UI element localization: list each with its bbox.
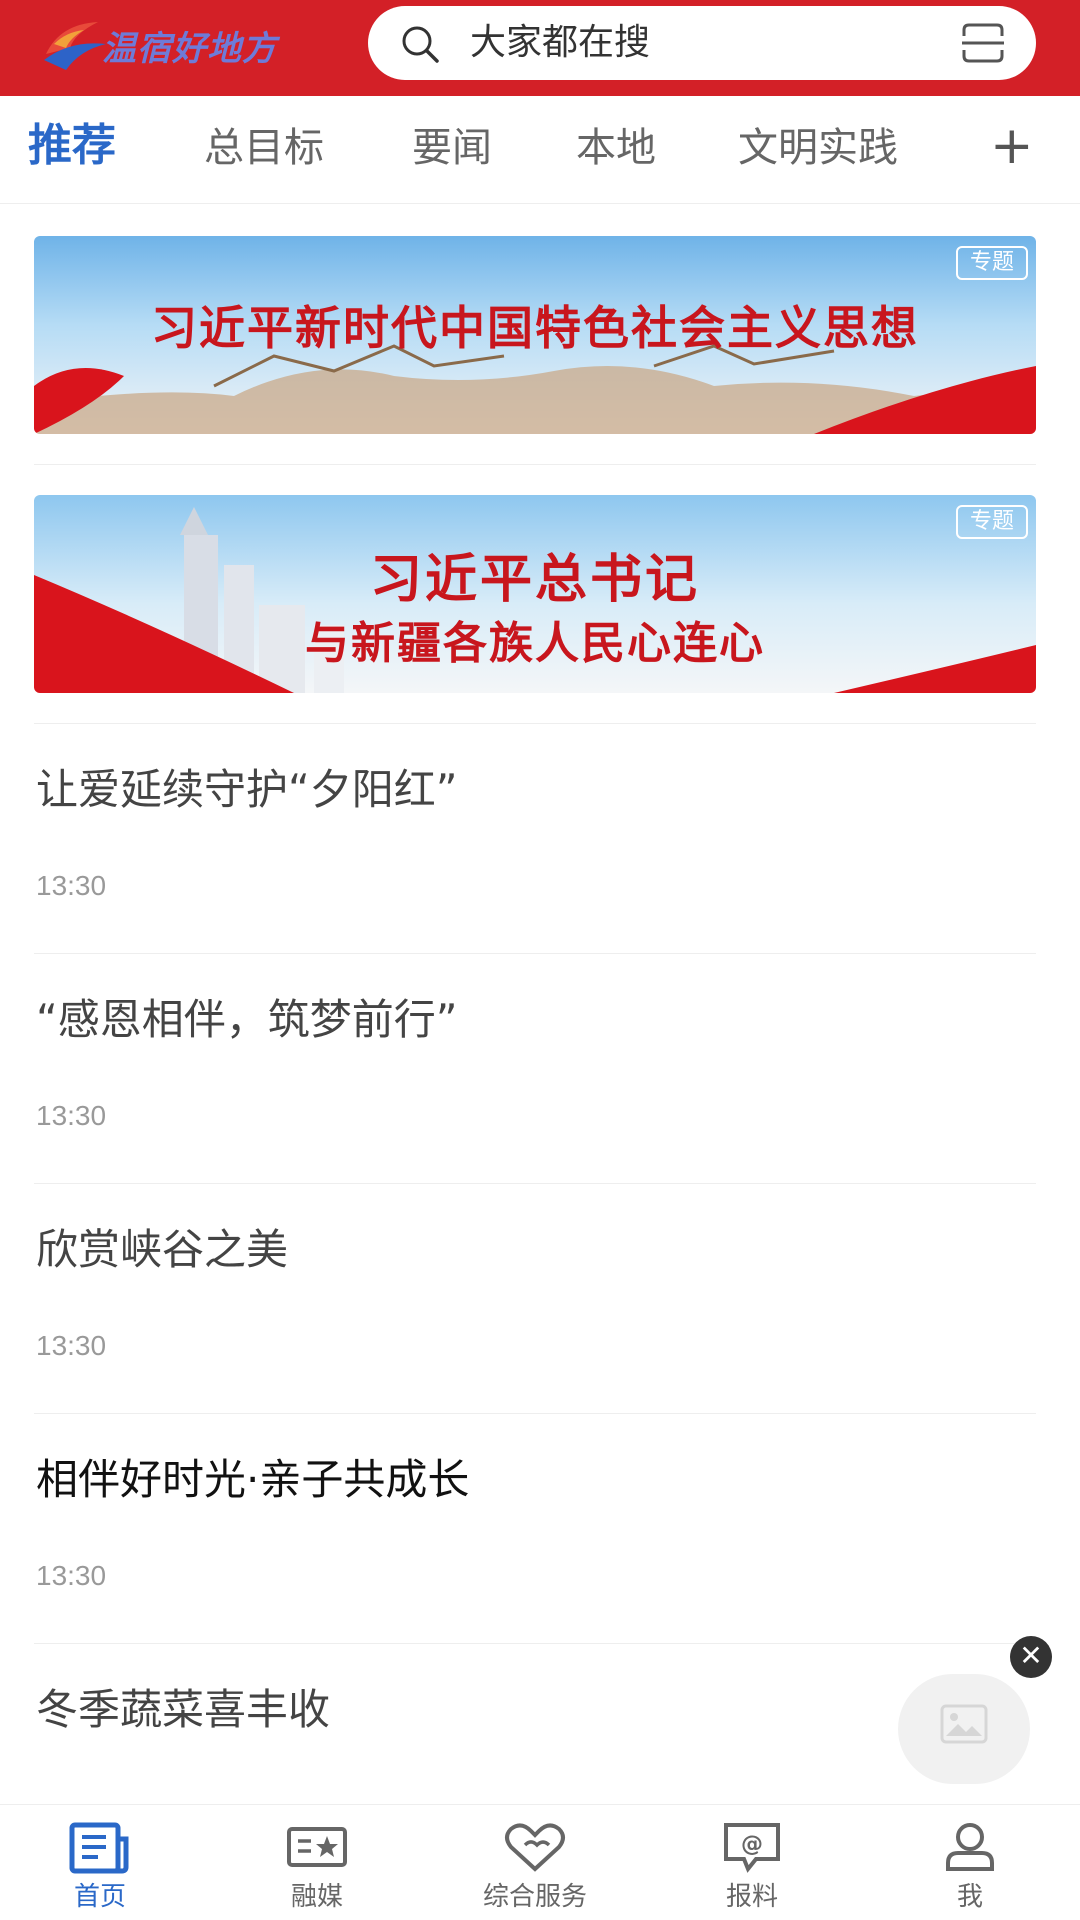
news-title: 欣赏峡谷之美 bbox=[36, 1225, 289, 1274]
nav-label: 我 bbox=[956, 1882, 983, 1912]
user-icon bbox=[946, 1823, 994, 1871]
news-icon bbox=[69, 1822, 129, 1874]
logo-text: 温宿好地方 bbox=[102, 28, 277, 69]
news-title: 让爱延续守护“夕阳红” bbox=[36, 765, 458, 814]
bottom-navigation: 首页 融媒 综合服务 @ 报料 我 bbox=[0, 1804, 1080, 1920]
news-item[interactable]: 冬季蔬菜喜丰收 bbox=[36, 1682, 1038, 1738]
divider bbox=[34, 723, 1036, 724]
channel-tabs: 推荐 总目标 要闻 本地 文明实践 + bbox=[0, 96, 1080, 204]
news-item[interactable]: 让爱延续守护“夕阳红” 13:30 bbox=[36, 762, 1038, 901]
report-icon: @ bbox=[724, 1823, 780, 1873]
news-item[interactable]: 欣赏峡谷之美 13:30 bbox=[36, 1222, 1038, 1361]
top-header: 温宿好地方 大家都在搜 bbox=[0, 0, 1080, 96]
scan-icon[interactable] bbox=[960, 22, 1006, 64]
svg-text:@: @ bbox=[741, 1832, 763, 1857]
nav-label: 报料 bbox=[725, 1882, 778, 1912]
nav-label: 综合服务 bbox=[482, 1882, 587, 1912]
news-title: “感恩相伴，筑梦前行” bbox=[36, 995, 458, 1044]
nav-label: 首页 bbox=[73, 1882, 126, 1912]
nav-me[interactable]: 我 bbox=[890, 1819, 1050, 1913]
topic-tag: 专题 bbox=[956, 246, 1028, 280]
news-title: 冬季蔬菜喜丰收 bbox=[36, 1685, 331, 1734]
app-logo[interactable]: 温宿好地方 bbox=[40, 14, 320, 76]
tab-civilization[interactable]: 文明实践 bbox=[738, 122, 898, 174]
divider bbox=[34, 1413, 1036, 1414]
tab-headlines[interactable]: 要闻 bbox=[412, 122, 492, 174]
image-icon bbox=[940, 1704, 988, 1744]
close-float-button[interactable]: ✕ bbox=[1010, 1636, 1052, 1678]
divider bbox=[34, 464, 1036, 465]
news-title: 相伴好时光·亲子共成长 bbox=[36, 1455, 470, 1504]
divider bbox=[34, 953, 1036, 954]
tab-local[interactable]: 本地 bbox=[576, 122, 656, 174]
search-icon bbox=[402, 26, 439, 63]
nav-media[interactable]: 融媒 bbox=[237, 1819, 397, 1913]
banner-title: 习近平新时代中国特色社会主义思想 bbox=[151, 301, 919, 355]
logo-emblem-icon bbox=[44, 22, 106, 70]
topic-banner[interactable]: 习近平新时代中国特色社会主义思想 专题 bbox=[34, 236, 1036, 434]
news-item[interactable]: 相伴好时光·亲子共成长 13:30 bbox=[36, 1452, 1038, 1591]
news-time: 13:30 bbox=[36, 1100, 107, 1131]
tab-general-goal[interactable]: 总目标 bbox=[204, 122, 324, 174]
add-channel-button[interactable]: + bbox=[990, 116, 1034, 176]
floating-image-button[interactable] bbox=[898, 1674, 1030, 1784]
heart-icon bbox=[505, 1823, 565, 1872]
banner-title-line1: 习近平总书记 bbox=[369, 549, 700, 610]
topic-tag: 专题 bbox=[956, 505, 1028, 539]
nav-home[interactable]: 首页 bbox=[20, 1819, 180, 1913]
nav-label: 融媒 bbox=[290, 1882, 343, 1912]
topic-banner[interactable]: 习近平总书记 与新疆各族人民心连心 专题 bbox=[34, 495, 1036, 693]
search-bar[interactable]: 大家都在搜 bbox=[368, 6, 1036, 80]
tab-recommend[interactable]: 推荐 bbox=[28, 120, 116, 172]
banner-title-line2: 与新疆各族人民心连心 bbox=[305, 618, 765, 669]
nav-services[interactable]: 综合服务 bbox=[455, 1819, 615, 1913]
divider bbox=[34, 1643, 1036, 1644]
news-time: 13:30 bbox=[36, 1330, 107, 1361]
news-item[interactable]: “感恩相伴，筑梦前行” 13:30 bbox=[36, 992, 1038, 1131]
nav-report[interactable]: @ 报料 bbox=[672, 1819, 832, 1913]
search-placeholder: 大家都在搜 bbox=[470, 22, 651, 63]
divider bbox=[34, 1183, 1036, 1184]
news-time: 13:30 bbox=[36, 870, 107, 901]
news-time: 13:30 bbox=[36, 1560, 107, 1591]
media-icon bbox=[287, 1827, 347, 1867]
